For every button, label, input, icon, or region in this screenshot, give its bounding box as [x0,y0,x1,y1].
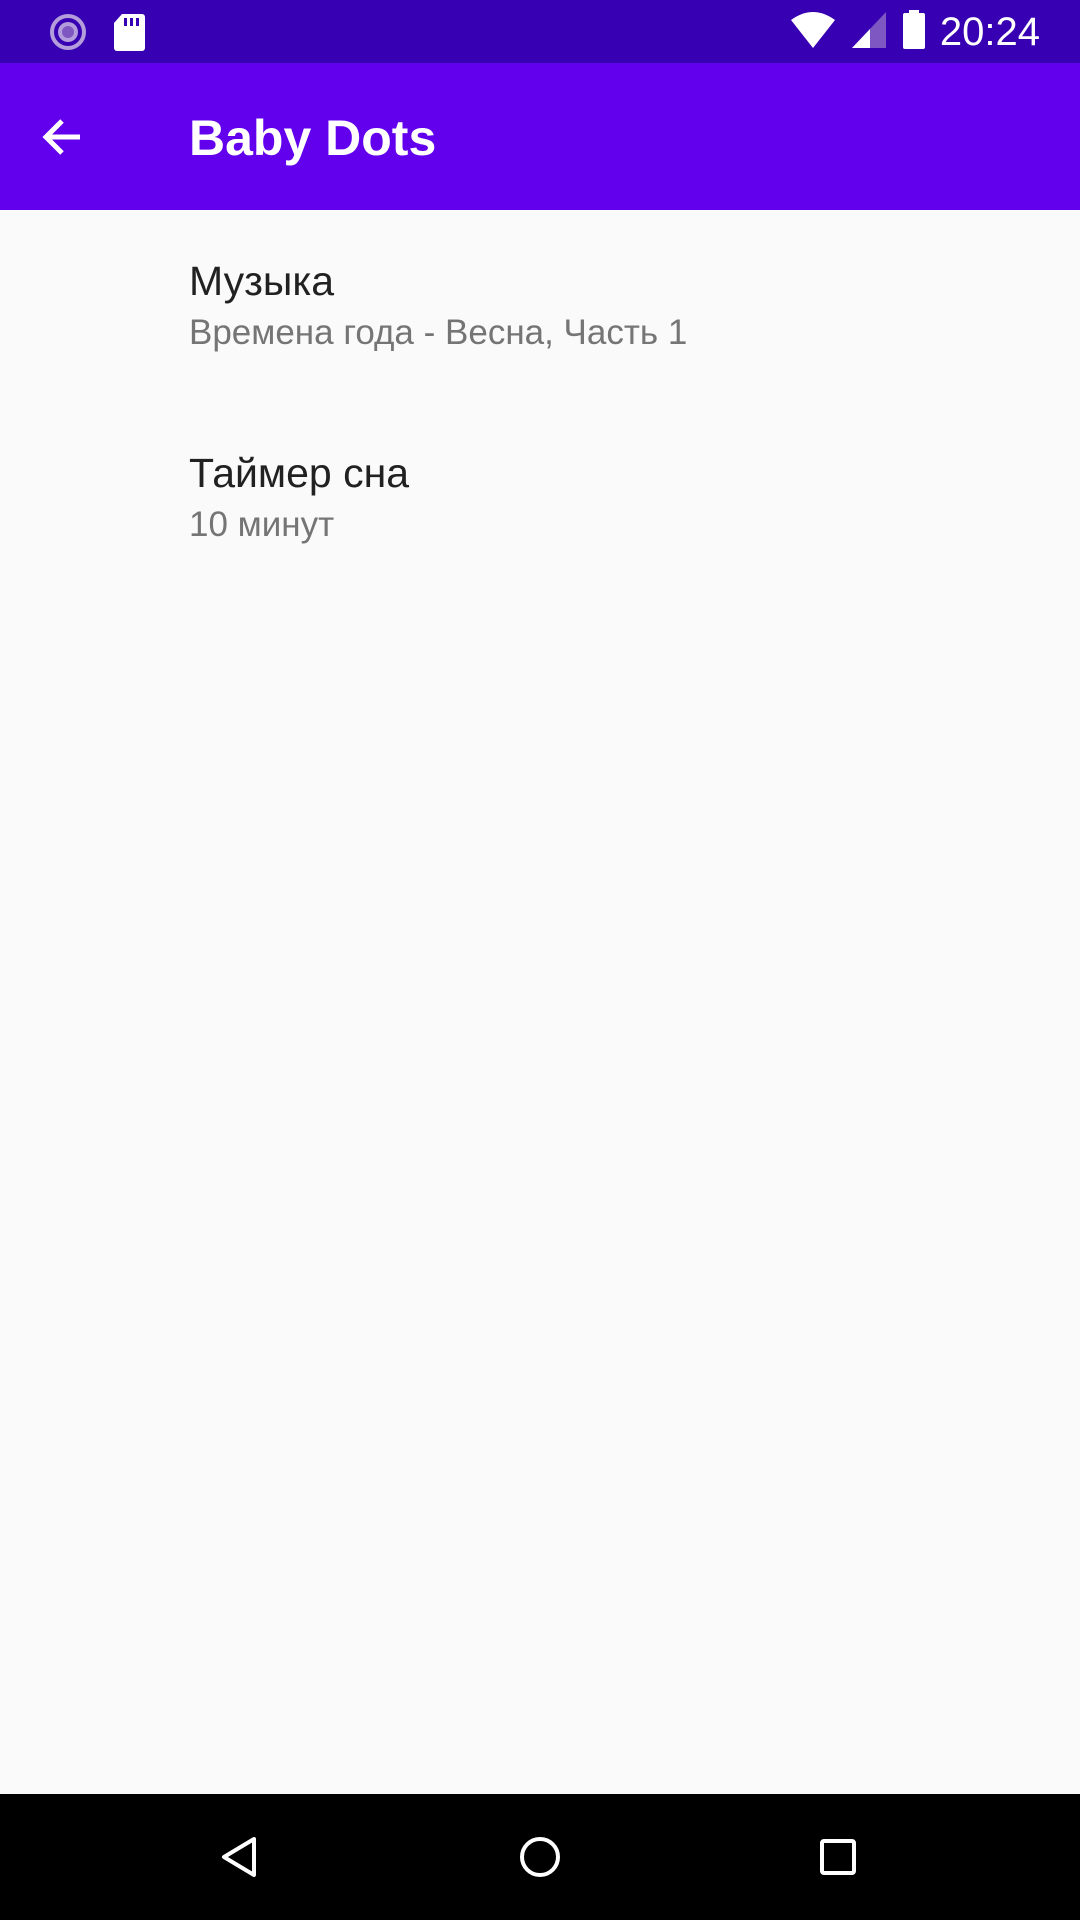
arrow-back-icon [42,119,80,155]
app-bar: Baby Dots [0,63,1080,210]
sync-icon [48,12,88,57]
status-notifications [48,12,146,57]
sd-card-icon [112,12,146,57]
preference-summary: Времена года - Весна, Часть 1 [189,313,688,352]
status-system: 20:24 [790,8,1040,56]
battery-icon [902,9,926,55]
status-bar: 20:24 [0,0,1080,63]
navigation-bar [0,1794,1080,1920]
wifi-icon [790,10,836,55]
preference-music[interactable]: Музыка Времена года - Весна, Часть 1 [0,210,1080,402]
preference-title: Музыка [189,258,335,304]
screen: 20:24 Baby Dots Музыка Времена года - Ве… [0,0,1080,1920]
preference-sleep-timer[interactable]: Таймер сна 10 минут [0,402,1080,594]
settings-list: Музыка Времена года - Весна, Часть 1 Тай… [0,210,1080,594]
nav-recents-button[interactable] [798,1817,878,1897]
nav-recents-icon [820,1839,856,1875]
preference-title: Таймер сна [189,450,410,496]
nav-back-button[interactable] [200,1817,280,1897]
nav-back-icon [222,1837,256,1877]
cell-signal-icon [850,10,888,55]
back-button[interactable] [30,105,94,169]
status-clock: 20:24 [939,10,1040,54]
nav-home-icon [520,1837,560,1877]
nav-home-button[interactable] [500,1817,580,1897]
preference-summary: 10 минут [189,505,335,544]
page-title: Baby Dots [189,110,437,166]
